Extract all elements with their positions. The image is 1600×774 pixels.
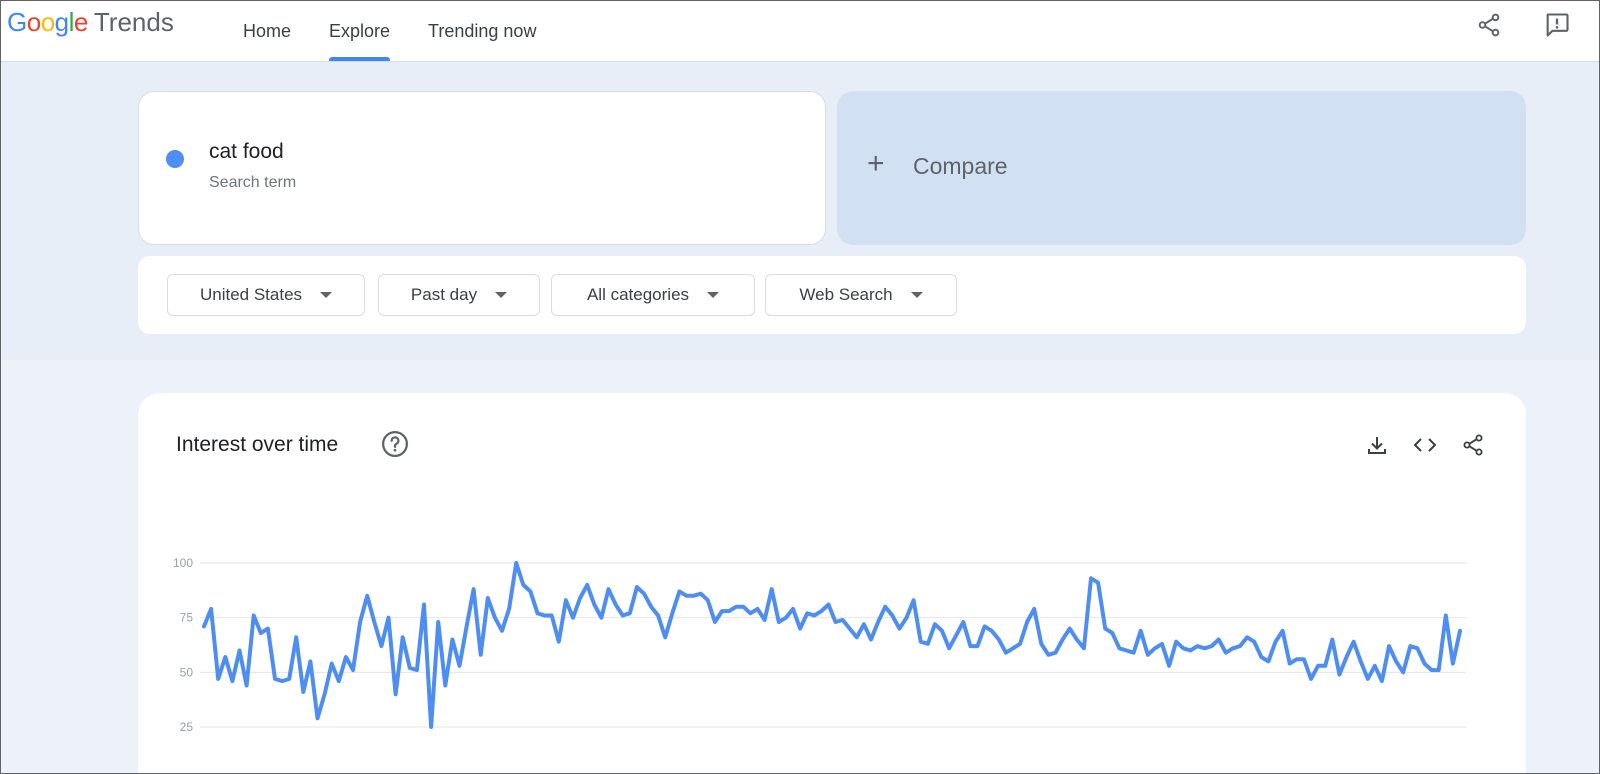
search-term-value[interactable]: cat food [209, 140, 284, 164]
search-property-filter[interactable]: Web Search [765, 274, 957, 316]
logo-letter: G [7, 7, 27, 37]
tab-home-label: Home [243, 20, 292, 41]
browser-frame: Google Trends Home Explore Trending now … [0, 0, 1600, 774]
google-trends-logo[interactable]: Google Trends [7, 7, 174, 41]
y-tick-label: 25 [180, 720, 194, 734]
logo-letter: g [54, 7, 69, 37]
category-filter-label: All categories [586, 285, 690, 304]
active-tab-indicator [329, 57, 391, 61]
download-icon[interactable] [1363, 431, 1391, 459]
tab-explore[interactable]: Explore [313, 1, 406, 61]
time-filter-label: Past day [410, 285, 478, 304]
tab-trending-now[interactable]: Trending now [412, 1, 552, 61]
interest-over-time-card: Interest over time 25 50 75 100 [138, 393, 1526, 773]
search-term-type: Search term [209, 174, 297, 191]
region-filter-label: United States [199, 285, 303, 304]
search-property-filter-label: Web Search [799, 285, 893, 304]
region-filter[interactable]: United States [167, 274, 365, 316]
compare-label: Compare [913, 153, 1008, 179]
interest-line-chart: 25 50 75 100 [173, 556, 1466, 734]
logo-google-text: Google [7, 7, 88, 38]
logo-letter: e [73, 7, 88, 37]
logo-letter: o [40, 7, 55, 37]
logo-letter: o [26, 7, 41, 37]
chart-title: Interest over time [176, 433, 339, 456]
category-filter[interactable]: All categories [551, 274, 755, 316]
tab-home[interactable]: Home [227, 1, 307, 61]
chevron-down-icon [495, 292, 508, 298]
y-tick-label: 75 [180, 611, 194, 625]
embed-icon[interactable] [1411, 431, 1439, 459]
y-tick-label: 50 [180, 665, 194, 679]
chevron-down-icon [910, 292, 923, 298]
filter-bar: United States Past day All categories We… [138, 256, 1526, 334]
main-nav: Home Explore Trending now [227, 1, 558, 61]
logo-trends-text: Trends [93, 7, 174, 37]
plus-icon: + [867, 147, 885, 180]
chevron-down-icon [707, 292, 720, 298]
top-header: Google Trends Home Explore Trending now [1, 1, 1599, 62]
tab-trending-now-label: Trending now [428, 20, 537, 41]
time-filter[interactable]: Past day [378, 274, 540, 316]
term-color-dot [166, 150, 184, 168]
share-icon[interactable] [1473, 9, 1505, 41]
tab-explore-label: Explore [329, 20, 391, 41]
share-icon[interactable] [1459, 431, 1487, 459]
series-line-cat-food[interactable] [202, 561, 1462, 729]
search-term-card[interactable]: cat food Search term [138, 91, 826, 245]
compare-button[interactable]: + Compare [837, 91, 1526, 245]
help-icon[interactable] [380, 429, 410, 459]
feedback-icon[interactable] [1541, 9, 1573, 41]
chevron-down-icon [320, 292, 333, 298]
y-tick-label: 100 [173, 556, 193, 570]
